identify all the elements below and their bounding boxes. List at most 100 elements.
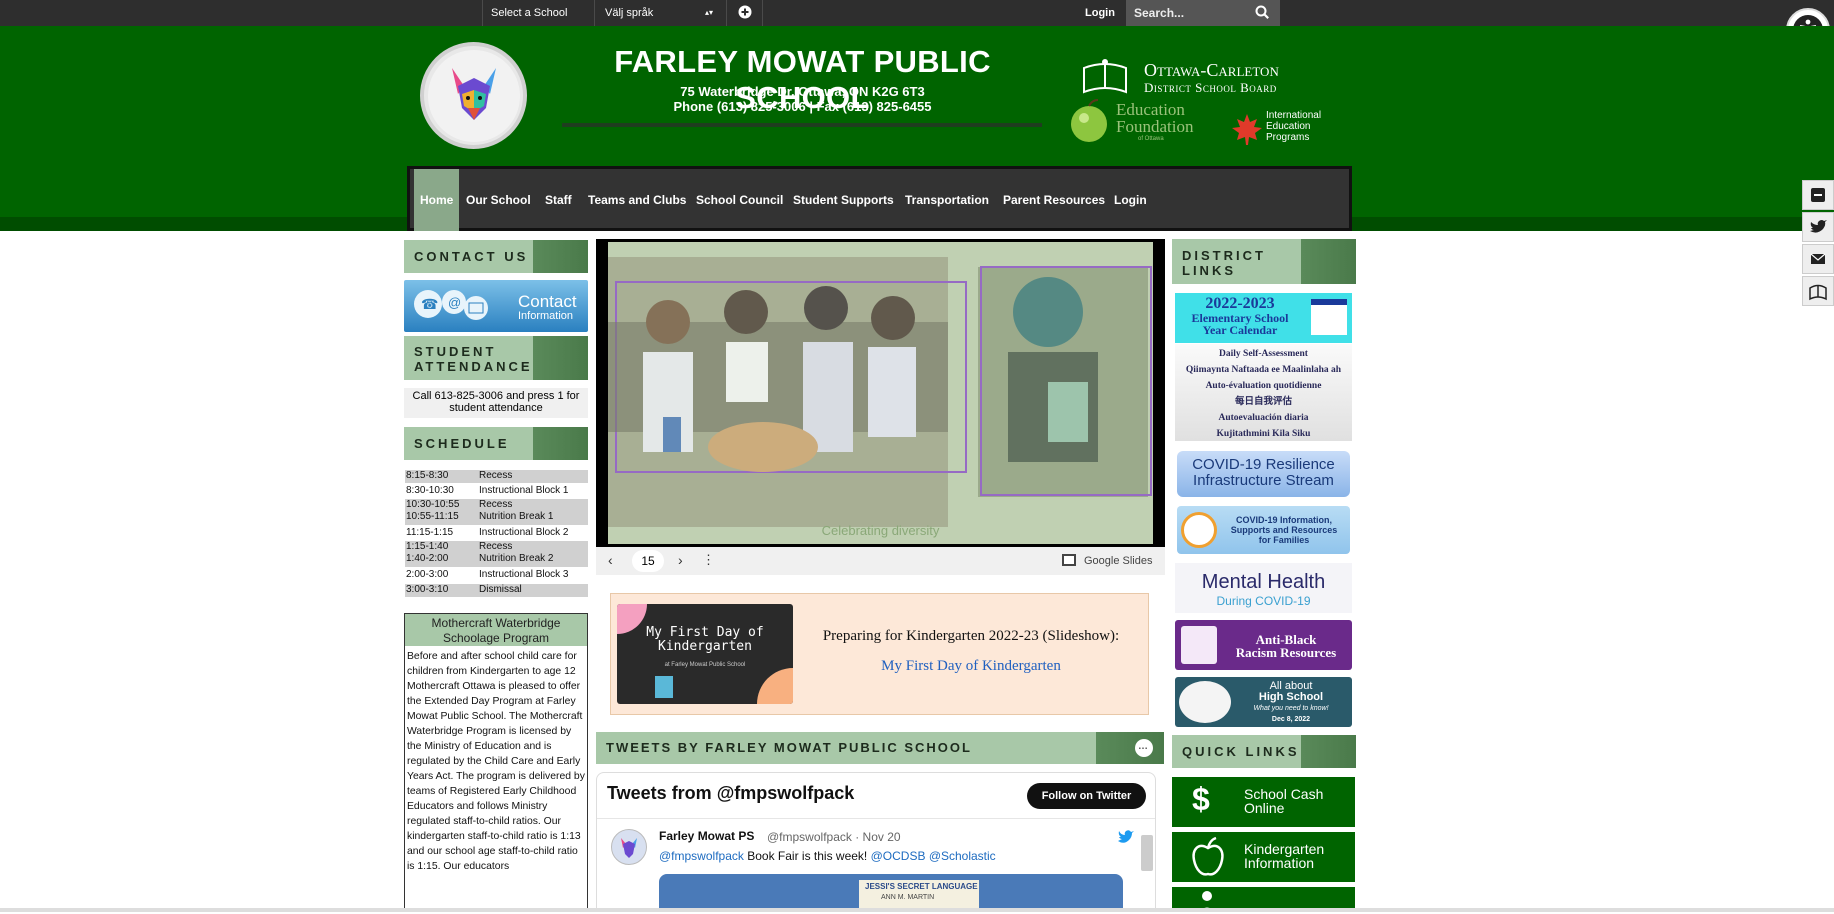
twitter-icon[interactable] <box>1802 212 1834 242</box>
scrollbar[interactable] <box>1141 835 1153 871</box>
tweets-heading-label: TWEETS BY FARLEY MOWAT PUBLIC SCHOOL <box>606 740 972 755</box>
kindergarten-link[interactable]: My First Day of Kindergarten <box>811 658 1131 675</box>
language-select[interactable]: Välj språk ▴▾ <box>605 0 717 26</box>
board-icon[interactable] <box>1802 276 1834 306</box>
address-line: 75 Waterbridge Dr, Ottawa, ON K2G 6T3 <box>680 84 925 99</box>
tweet-image[interactable]: JESSI'S SECRET LANGUAGE ANN M. MARTIN <box>659 874 1123 911</box>
card-title-line2: Kindergarten <box>658 639 752 654</box>
select-school-dropdown[interactable]: Select a School ▴▾ <box>491 0 581 44</box>
mothercraft-intro: Before and after school child care for c… <box>407 651 577 677</box>
schedule-label: Instructional Block 2 <box>479 527 569 538</box>
nav-student-supports[interactable]: Student Supports <box>793 169 894 231</box>
nav-our-school[interactable]: Our School <box>466 169 531 231</box>
attendance-heading: STUDENT ATTENDANCE <box>404 336 588 380</box>
more-options-icon[interactable]: ⋮ <box>702 552 715 568</box>
school-cash-online-link[interactable]: $ School Cash Online <box>1172 777 1355 827</box>
google-slides-label[interactable]: Google Slides <box>1084 555 1153 567</box>
tweet-handle[interactable]: @fmpswolfpack · Nov 20 <box>767 830 901 844</box>
foundation-line2: Foundation <box>1116 117 1194 136</box>
kindergarten-info-text: Kindergarten Information <box>1244 842 1324 870</box>
self-assess-line: Kujitathmini Kila Siku <box>1216 429 1311 439</box>
covid-info-line2: Supports and Resources <box>1230 525 1338 535</box>
nav-home[interactable]: Home <box>414 169 460 231</box>
slide-number[interactable]: 15 <box>632 550 664 572</box>
self-assessment-tile[interactable]: Daily Self-Assessment Qiimaynta Naftaada… <box>1175 344 1352 441</box>
select-school-label: Select a School <box>491 7 568 19</box>
nav-transportation[interactable]: Transportation <box>905 169 989 231</box>
district-heading-line1: DISTRICT <box>1182 248 1266 263</box>
top-bar: Select a School ▴▾ Välj språk ▴▾ Login S… <box>0 0 1834 44</box>
iep-logo[interactable]: International Education Programs <box>1230 110 1340 150</box>
avatar[interactable] <box>611 829 647 865</box>
title-underline <box>562 123 1042 127</box>
minimize-icon[interactable] <box>1802 180 1834 210</box>
ocdsb-logo[interactable]: Ottawa-Carleton District School Board <box>1080 56 1340 100</box>
nav-school-council[interactable]: School Council <box>696 169 783 231</box>
covid-resilience-line1: COVID-19 Resilience <box>1192 456 1335 473</box>
district-links-heading: DISTRICT LINKS <box>1172 239 1356 284</box>
covid-info-tile[interactable]: COVID-19 Information, Supports and Resou… <box>1177 506 1350 554</box>
kindergarten-card-image[interactable]: My First Day of Kindergarten at Farley M… <box>617 604 793 704</box>
kindergarten-heading: Preparing for Kindergarten 2022-23 (Slid… <box>822 628 1120 644</box>
school-logo[interactable] <box>420 42 527 149</box>
prev-slide-icon[interactable]: ‹ <box>608 552 613 568</box>
schedule-time: 3:00-3:10 <box>406 584 449 595</box>
kindergarten-information-link[interactable]: Kindergarten Information <box>1172 832 1355 882</box>
apple-icon <box>1071 99 1107 142</box>
iep-line1: International <box>1266 110 1322 121</box>
tweets-from-title: Tweets from @fmpswolfpack <box>607 783 855 803</box>
mothercraft-panel: Mothercraft Waterbridge Schoolage Progra… <box>404 613 588 912</box>
quick-link-line2: Information <box>1244 855 1315 871</box>
kindergarten-banner: My First Day of Kindergarten at Farley M… <box>610 593 1149 715</box>
email-icon[interactable] <box>1802 244 1834 274</box>
calendar-text: 2022-2023 Elementary School Year Calenda… <box>1175 296 1305 337</box>
anti-black-racism-tile[interactable]: Anti-Black Racism Resources <box>1175 620 1352 670</box>
schedule-label: Recess <box>479 541 513 552</box>
iep-line2: Education <box>1266 121 1311 132</box>
login-link[interactable]: Login <box>1085 0 1115 26</box>
search-icon[interactable] <box>1254 0 1270 26</box>
tweet-tag[interactable]: @OCDSB <box>871 849 926 863</box>
tweet-author[interactable]: Farley Mowat PS <box>659 829 754 843</box>
nav-login[interactable]: Login <box>1114 169 1147 231</box>
education-foundation-logo[interactable]: Education Foundation of Ottawa <box>1068 96 1203 144</box>
calendar-tile[interactable]: 2022-2023 Elementary School Year Calenda… <box>1175 293 1352 343</box>
schedule-label: Instructional Block 3 <box>479 569 569 580</box>
tweet-mention[interactable]: @fmpswolfpack <box>659 849 744 863</box>
follow-button[interactable]: Follow on Twitter <box>1027 783 1146 809</box>
self-assess-line: Daily Self-Assessment <box>1219 349 1308 359</box>
divider <box>482 0 483 26</box>
high-school-line3: What you need to know! <box>1253 705 1329 712</box>
school-cash-text: School Cash Online <box>1244 787 1323 815</box>
covid-info-line3: for Families <box>1258 535 1310 545</box>
tweet-tag[interactable]: @Scholastic <box>929 849 996 863</box>
twitter-bird-icon[interactable] <box>1117 829 1135 845</box>
covid-info-text: COVID-19 Information, Supports and Resou… <box>1221 515 1347 545</box>
horizontal-scrollbar[interactable] <box>0 908 1834 912</box>
card-title-line1: My First Day of <box>646 625 764 640</box>
slideshow[interactable]: Celebrating diversity <box>596 239 1165 547</box>
contact-heading: CONTACT US <box>404 240 588 273</box>
covid-resilience-tile[interactable]: COVID-19 Resilience Infrastructure Strea… <box>1177 451 1350 497</box>
share-bar <box>1802 180 1834 308</box>
schedule-time: 2:00-3:00 <box>406 569 449 580</box>
nav-parent-resources[interactable]: Parent Resources <box>1003 169 1105 231</box>
decor-shape <box>757 668 793 704</box>
tweet-text-line: @fmpswolfpack Book Fair is this week! @O… <box>659 849 996 863</box>
language-label: Välj språk <box>605 7 654 19</box>
nav-teams-clubs[interactable]: Teams and Clubs <box>588 169 686 231</box>
contact-info-tile[interactable]: ☎ @ Contact Information <box>404 280 588 332</box>
high-school-tile[interactable]: All about High School What you need to k… <box>1175 677 1352 727</box>
google-slides-icon <box>1062 554 1076 566</box>
mental-health-tile[interactable]: Mental Health During COVID-19 <box>1175 563 1352 613</box>
next-slide-icon[interactable]: › <box>678 552 683 568</box>
nav-staff[interactable]: Staff <box>545 169 572 231</box>
book-title: JESSI'S SECRET LANGUAGE <box>865 882 978 891</box>
add-icon[interactable] <box>737 0 753 26</box>
mothercraft-title-line2: Schoolage Program <box>442 631 550 645</box>
attendance-heading-line2: ATTENDANCE <box>414 359 533 374</box>
covid-info-line1: COVID-19 Information, <box>1235 515 1332 525</box>
divider <box>594 0 595 26</box>
sort-icon: ▴▾ <box>705 8 714 17</box>
apple-outline-icon <box>1192 836 1224 876</box>
